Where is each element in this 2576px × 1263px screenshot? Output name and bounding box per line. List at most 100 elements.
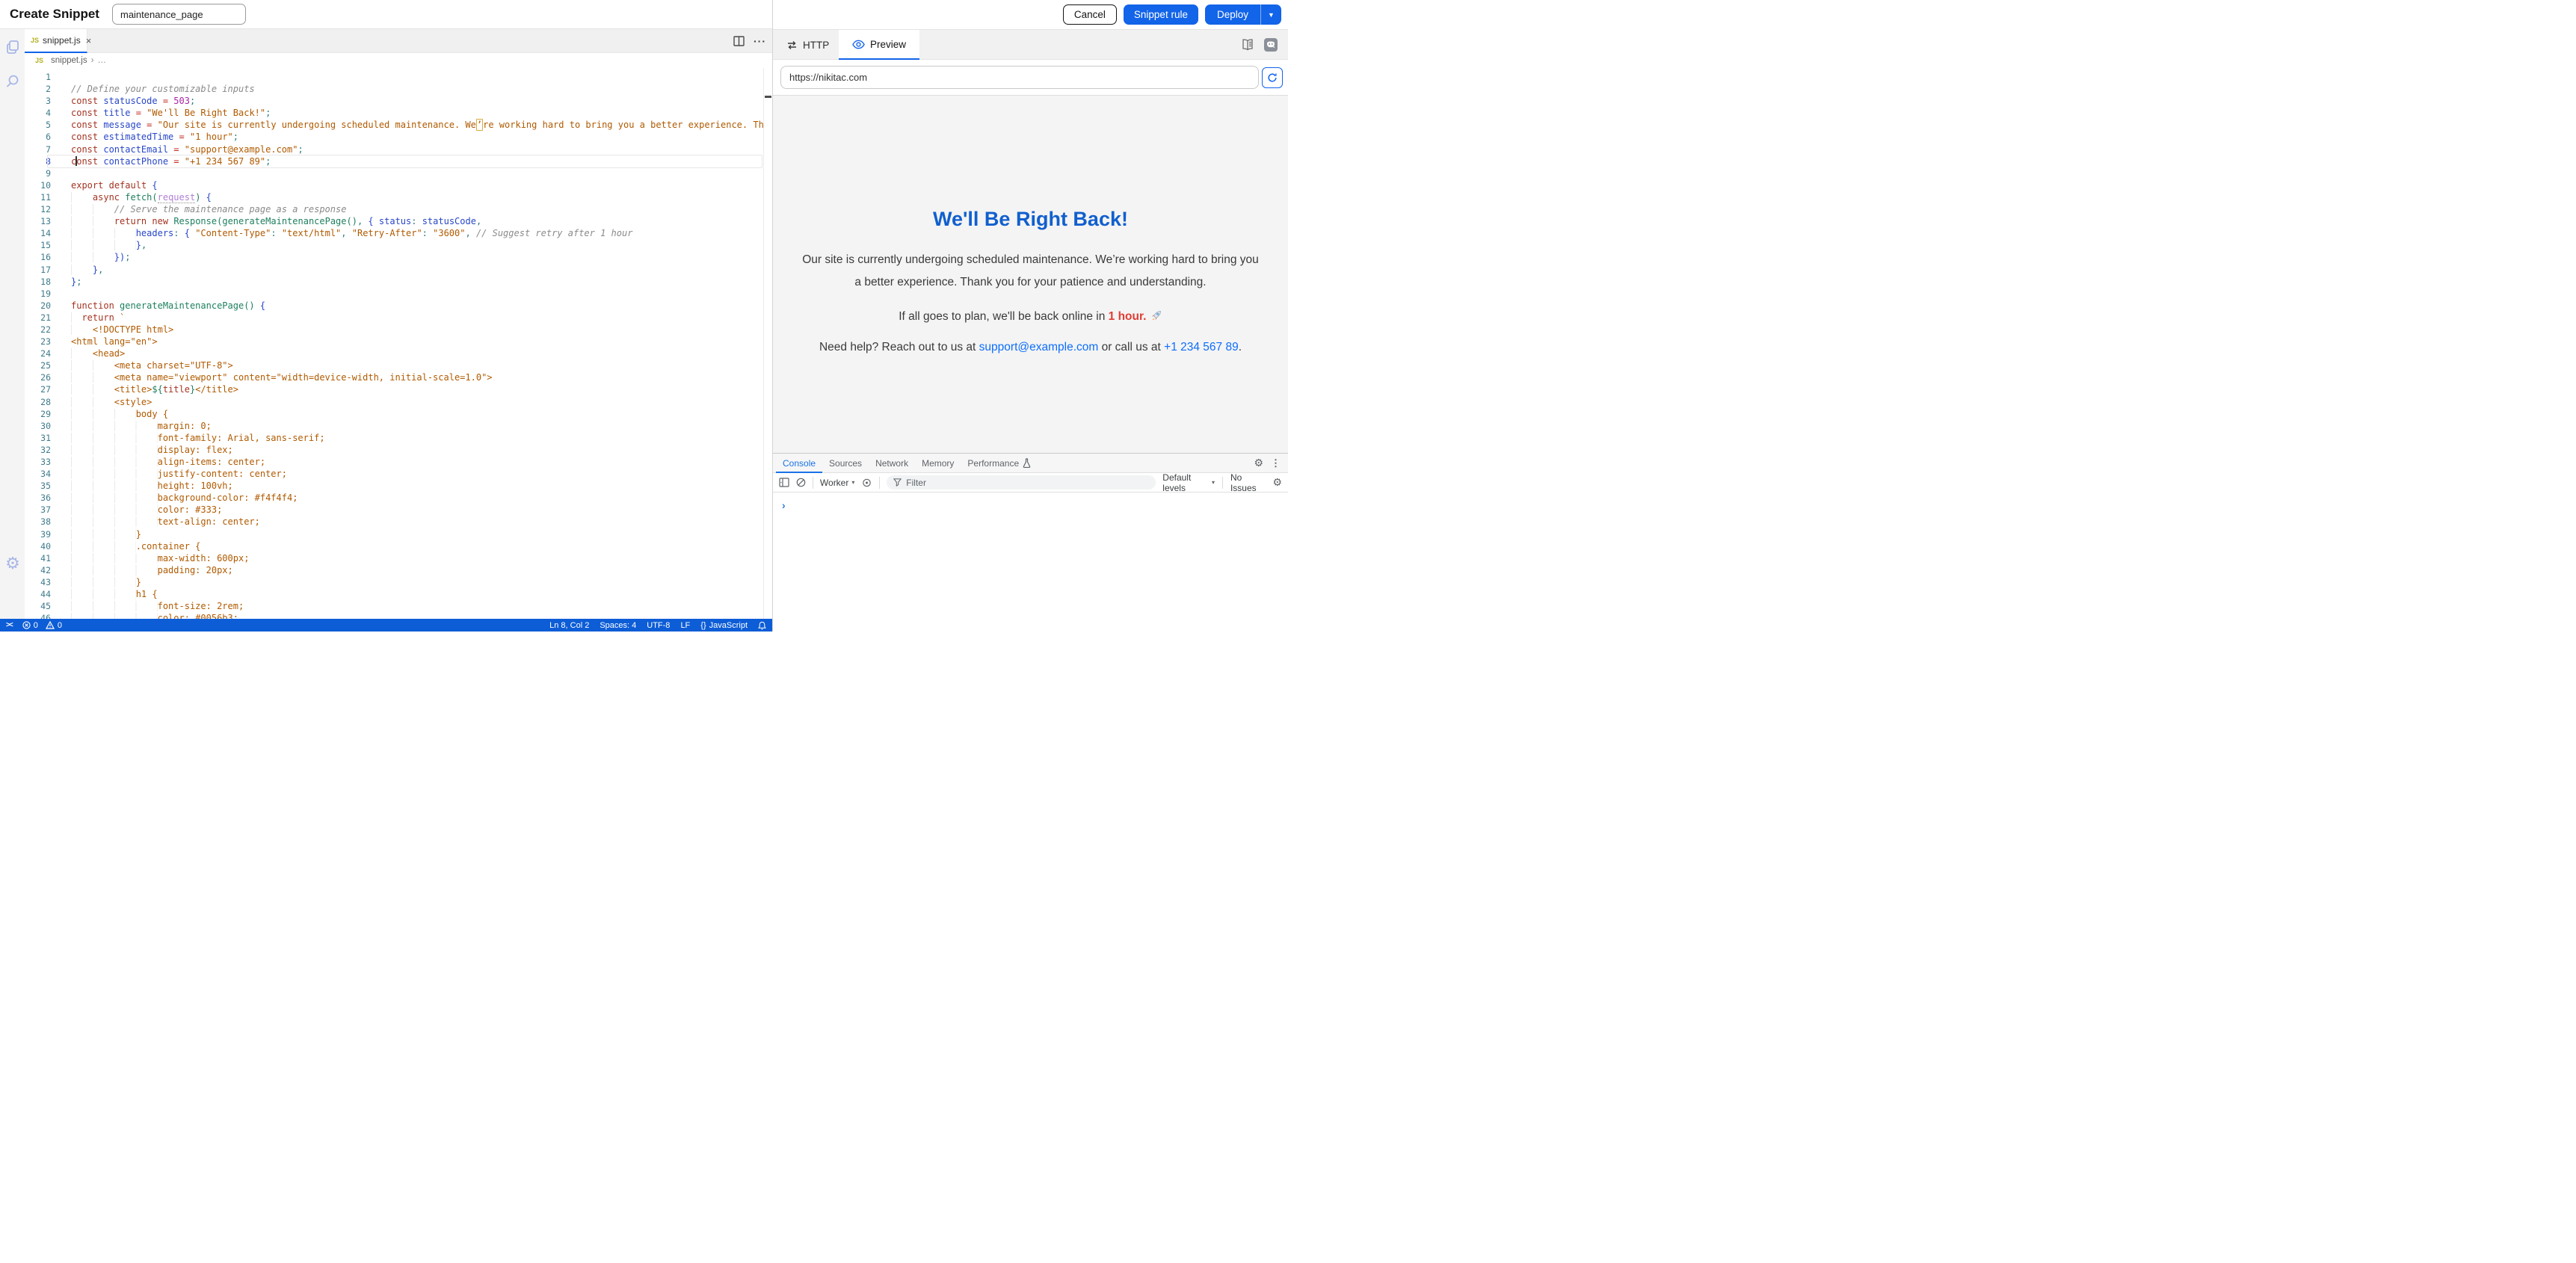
code-line[interactable]: 25 <meta charset="UTF-8"> — [25, 359, 772, 371]
code-line[interactable]: 15 }, — [25, 239, 772, 251]
rocket-icon — [1150, 309, 1162, 322]
code-line[interactable]: 26 <meta name="viewport" content="width=… — [25, 371, 772, 383]
code-line[interactable]: 21 return ` — [25, 312, 772, 324]
preview-url-input[interactable] — [780, 66, 1259, 89]
files-icon[interactable] — [4, 38, 22, 56]
indentation[interactable]: Spaces: 4 — [600, 621, 636, 630]
refresh-button[interactable] — [1262, 67, 1283, 88]
code-line[interactable]: 3const statusCode = 503; — [25, 95, 772, 107]
code-line[interactable]: 9 — [25, 167, 772, 179]
code-line[interactable]: 46 color: #0056b3; — [25, 612, 772, 619]
issues-counter[interactable]: No Issues — [1230, 472, 1266, 493]
tab-network[interactable]: Network — [869, 454, 915, 473]
snippet-name-input[interactable] — [112, 4, 246, 25]
split-editor-icon[interactable] — [733, 36, 745, 46]
code-line[interactable]: 34 justify-content: center; — [25, 468, 772, 480]
code-line[interactable]: 36 background-color: #f4f4f4; — [25, 492, 772, 504]
more-actions-icon[interactable]: ··· — [754, 35, 766, 47]
discord-icon[interactable] — [1264, 38, 1278, 52]
code-line[interactable]: 16 }); — [25, 251, 772, 263]
support-email-link[interactable]: support@example.com — [979, 341, 1099, 353]
code-line[interactable]: 22 <!DOCTYPE html> — [25, 324, 772, 336]
code-line[interactable]: 43 } — [25, 576, 772, 588]
deploy-dropdown-icon[interactable]: ▼ — [1260, 4, 1281, 25]
tab-preview[interactable]: Preview — [839, 30, 919, 60]
breadcrumb[interactable]: JS snippet.js › … — [25, 53, 772, 68]
deploy-button[interactable]: Deploy ▼ — [1205, 4, 1281, 25]
cursor-position[interactable]: Ln 8, Col 2 — [549, 621, 589, 630]
code-line[interactable]: 8const contactPhone = "+1 234 567 89"; — [25, 155, 772, 167]
tab-performance[interactable]: Performance — [961, 454, 1038, 473]
code-line[interactable]: 23<html lang="en"> — [25, 336, 772, 348]
code-line[interactable]: 17 }, — [25, 264, 772, 276]
console-filter-input[interactable]: Filter — [887, 475, 1156, 490]
console-prompt[interactable]: › — [782, 499, 786, 511]
snippet-rule-button[interactable]: Snippet rule — [1124, 4, 1198, 25]
flask-icon — [1023, 458, 1031, 468]
settings-gear-icon[interactable]: ⚙ — [4, 555, 22, 572]
live-expression-eye-icon[interactable] — [861, 478, 872, 487]
close-tab-icon[interactable]: × — [86, 36, 92, 46]
code-line[interactable]: 2// Define your customizable inputs — [25, 83, 772, 95]
code-line[interactable]: 38 text-align: center; — [25, 516, 772, 528]
encoding[interactable]: UTF-8 — [647, 621, 670, 630]
console-sidebar-toggle-icon[interactable] — [779, 478, 789, 487]
tab-http[interactable]: HTTP — [786, 30, 829, 60]
problems-status[interactable]: 0 0 — [22, 621, 62, 630]
language-mode[interactable]: {} JavaScript — [700, 621, 748, 630]
context-selector[interactable]: Worker▾ — [820, 478, 854, 488]
code-editor[interactable]: 12// Define your customizable inputs3con… — [25, 68, 772, 619]
tab-sources[interactable]: Sources — [822, 454, 869, 473]
breadcrumb-file[interactable]: snippet.js — [51, 56, 87, 65]
code-line[interactable]: 45 font-size: 2rem; — [25, 600, 772, 612]
code-line[interactable]: 28 <style> — [25, 396, 772, 408]
code-line[interactable]: 44 h1 { — [25, 588, 772, 600]
devtools-settings-icon[interactable]: ⚙ — [1254, 457, 1263, 469]
code-line[interactable]: 35 height: 100vh; — [25, 480, 772, 492]
code-line[interactable]: 40 .container { — [25, 540, 772, 552]
docs-book-icon[interactable] — [1241, 39, 1254, 51]
code-line[interactable]: 14 headers: { "Content-Type": "text/html… — [25, 227, 772, 239]
editor-scrollbar[interactable] — [763, 68, 772, 619]
console-settings-icon[interactable]: ⚙ — [1272, 476, 1282, 489]
eol-sequence[interactable]: LF — [680, 621, 690, 630]
code-line[interactable]: 11 async fetch(request) { — [25, 191, 772, 203]
code-line[interactable]: 5const message = "Our site is currently … — [25, 119, 772, 131]
remote-indicator-icon[interactable]: >< — [6, 621, 12, 629]
code-line[interactable]: 32 display: flex; — [25, 444, 772, 456]
code-line[interactable]: 29 body { — [25, 408, 772, 420]
code-line[interactable]: 27 <title>${title}</title> — [25, 383, 772, 395]
code-line[interactable]: 31 font-family: Arial, sans-serif; — [25, 432, 772, 444]
clear-console-icon[interactable] — [796, 478, 806, 487]
code-line[interactable]: 7const contactEmail = "support@example.c… — [25, 143, 772, 155]
code-line[interactable]: 41 max-width: 600px; — [25, 552, 772, 564]
kebab-menu-icon[interactable]: ⋮ — [1271, 457, 1281, 469]
code-line[interactable]: 33 align-items: center; — [25, 456, 772, 468]
code-line[interactable]: 12 // Serve the maintenance page as a re… — [25, 203, 772, 215]
breadcrumb-more[interactable]: … — [97, 56, 106, 65]
cancel-button[interactable]: Cancel — [1063, 4, 1117, 25]
tab-memory[interactable]: Memory — [915, 454, 961, 473]
braces-icon: {} — [700, 621, 706, 630]
code-line[interactable]: 6const estimatedTime = "1 hour"; — [25, 131, 772, 143]
tab-console[interactable]: Console — [776, 454, 822, 473]
code-line[interactable]: 37 color: #333; — [25, 504, 772, 516]
console-log-area[interactable]: › — [773, 492, 1288, 632]
code-line[interactable]: 20function generateMaintenancePage() { — [25, 300, 772, 312]
code-line[interactable]: 24 <head> — [25, 348, 772, 359]
code-line[interactable]: 30 margin: 0; — [25, 420, 772, 432]
code-line[interactable]: 1 — [25, 71, 772, 83]
phone-link[interactable]: +1 234 567 89 — [1164, 341, 1239, 353]
code-line[interactable]: 18}; — [25, 276, 772, 288]
tab-snippet-js[interactable]: JS snippet.js × — [25, 29, 87, 53]
code-line[interactable]: 19 — [25, 288, 772, 300]
code-line[interactable]: 39 } — [25, 528, 772, 540]
code-line[interactable]: 4const title = "We'll Be Right Back!"; — [25, 107, 772, 119]
code-line[interactable]: 42 padding: 20px; — [25, 564, 772, 576]
notifications-bell-icon[interactable] — [758, 621, 766, 630]
search-icon[interactable] — [4, 72, 22, 90]
code-line[interactable]: 10export default { — [25, 179, 772, 191]
log-levels-selector[interactable]: Default levels▾ — [1162, 472, 1215, 493]
code-line[interactable]: 13 return new Response(generateMaintenan… — [25, 215, 772, 227]
preview-url-row — [773, 60, 1288, 96]
